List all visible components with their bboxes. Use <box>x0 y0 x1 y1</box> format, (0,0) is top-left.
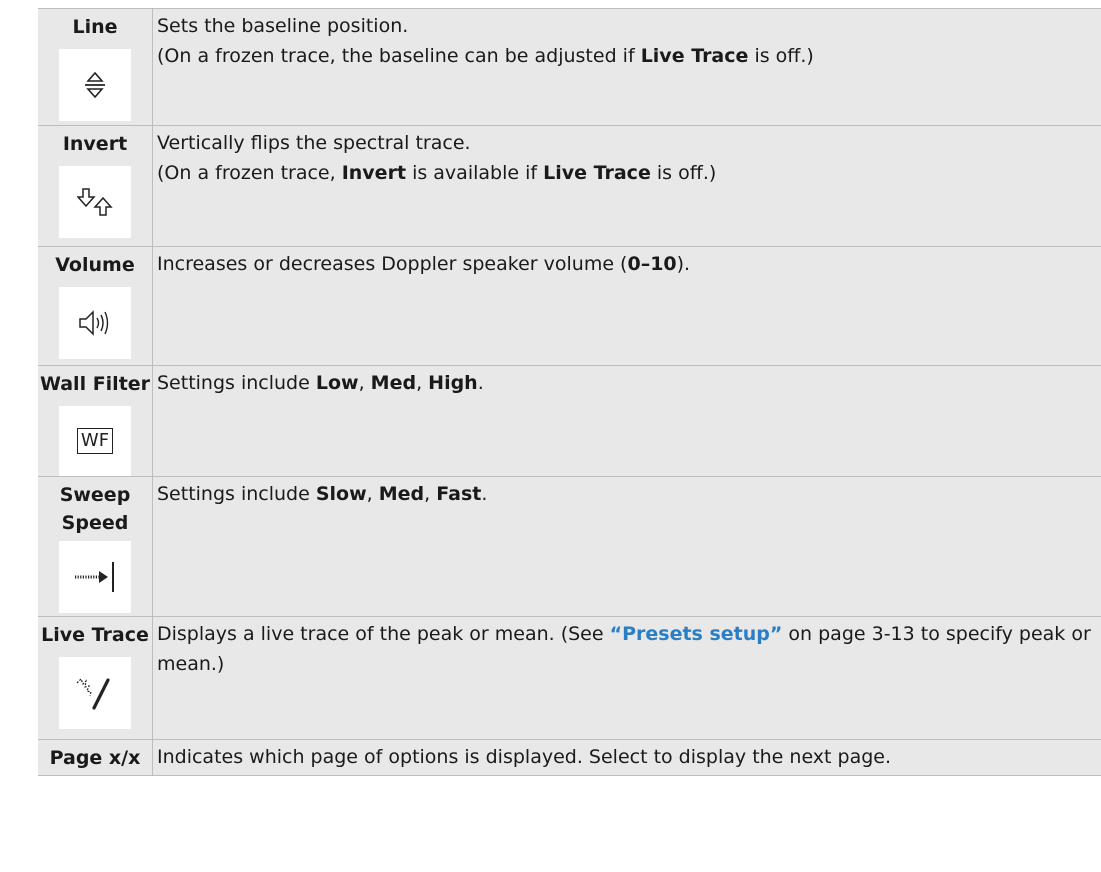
baseline-icon <box>59 49 131 121</box>
row-label-cell: Volume <box>38 247 153 365</box>
description-line: (On a frozen trace, Invert is available … <box>157 162 717 184</box>
live-trace-icon <box>59 657 131 729</box>
row-description: Settings include Slow, Med, Fast. <box>153 477 1101 616</box>
table-row: Page x/x Indicates which page of options… <box>38 739 1101 776</box>
row-description: Displays a live trace of the peak or mea… <box>153 617 1101 739</box>
description-line: Vertically flips the spectral trace. <box>157 132 471 154</box>
wall-filter-icon-text: WF <box>76 428 114 454</box>
invert-arrows-icon <box>59 166 131 238</box>
description-line: Displays a live trace of the peak or mea… <box>157 623 1091 675</box>
row-description: Vertically flips the spectral trace. (On… <box>153 126 1101 246</box>
description-line: Indicates which page of options is displ… <box>157 746 892 768</box>
row-label-cell: Live Trace <box>38 617 153 739</box>
wall-filter-icon: WF <box>59 406 131 476</box>
description-line: Settings include Low, Med, High. <box>157 372 484 394</box>
row-label: Invert <box>62 133 128 155</box>
row-label: Volume <box>55 254 135 276</box>
row-label: Page x/x <box>49 747 141 769</box>
presets-setup-link[interactable]: “Presets setup” <box>610 623 783 645</box>
row-label-cell: Line <box>38 9 153 125</box>
description-line: Settings include Slow, Med, Fast. <box>157 483 488 505</box>
row-label: Live Trace <box>41 624 149 646</box>
row-description: Sets the baseline position. (On a frozen… <box>153 9 1101 125</box>
row-label-cell: Page x/x <box>38 740 153 775</box>
table-row: Wall Filter WF Settings include Low, Med… <box>38 365 1101 476</box>
sweep-speed-icon <box>59 541 131 613</box>
description-line: (On a frozen trace, the baseline can be … <box>157 45 814 67</box>
row-description: Increases or decreases Doppler speaker v… <box>153 247 1101 365</box>
table-row: Live Trace Displays a live trace of the … <box>38 616 1101 739</box>
options-table: Line Sets the baseline position. (On a f… <box>38 8 1101 776</box>
table-row: Line Sets the baseline position. (On a f… <box>38 8 1101 125</box>
description-line: Sets the baseline position. <box>157 15 409 37</box>
row-label: Sweep Speed <box>59 484 131 534</box>
table-row: Invert Vertically flips the spectral tra… <box>38 125 1101 246</box>
row-label: Line <box>72 16 118 38</box>
row-label-cell: Wall Filter WF <box>38 366 153 476</box>
row-description: Settings include Low, Med, High. <box>153 366 1101 476</box>
row-label-cell: Invert <box>38 126 153 246</box>
row-description: Indicates which page of options is displ… <box>153 740 1101 775</box>
description-line: Increases or decreases Doppler speaker v… <box>157 253 691 275</box>
speaker-volume-icon <box>59 287 131 359</box>
table-row: Sweep Speed Settings include Slow, Med, F… <box>38 476 1101 616</box>
table-row: Volume Increases or decreases Doppler sp… <box>38 246 1101 365</box>
row-label-cell: Sweep Speed <box>38 477 153 616</box>
row-label: Wall Filter <box>39 373 151 395</box>
